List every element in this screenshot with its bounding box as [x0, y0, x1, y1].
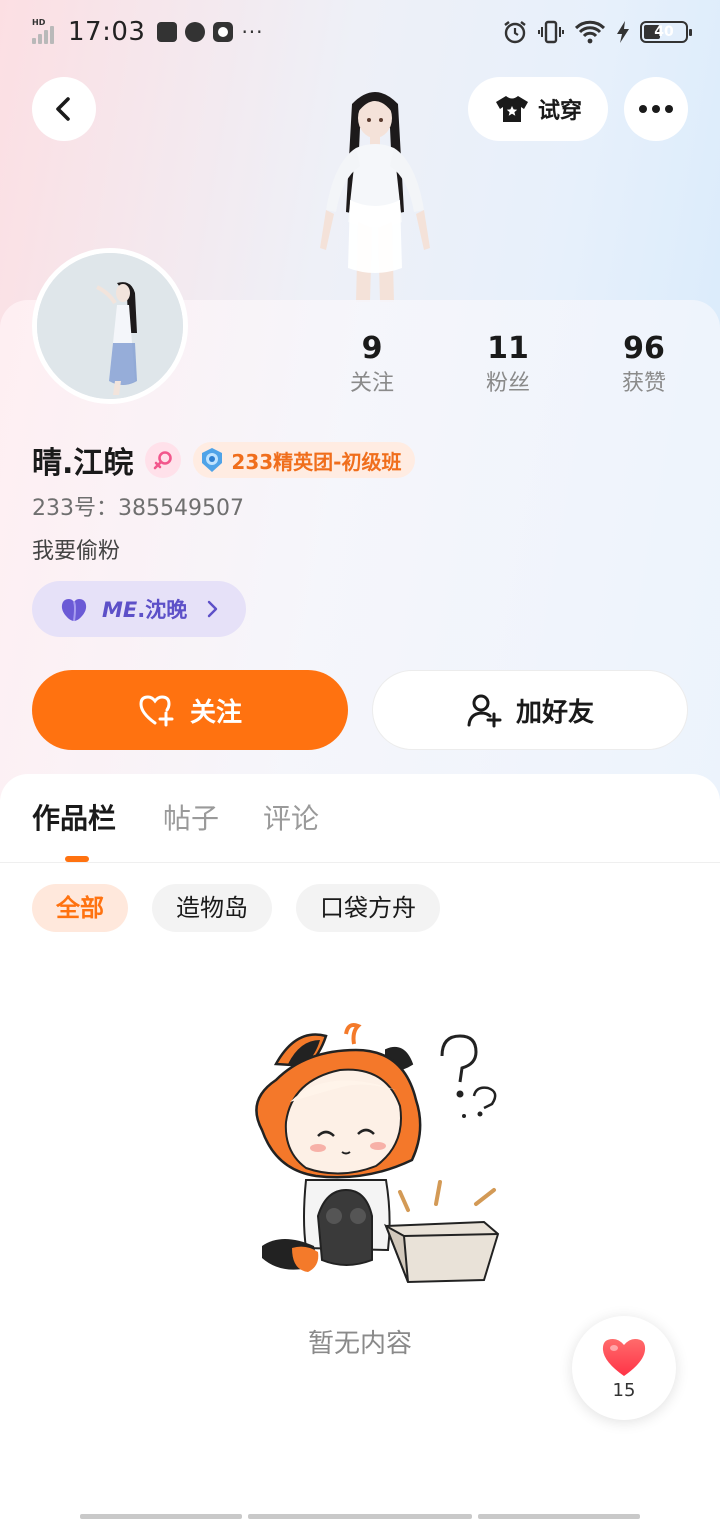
stat-followers-label: 粉丝	[485, 371, 530, 396]
follow-button[interactable]: 关注	[32, 670, 348, 750]
heart-plus-icon	[139, 695, 174, 727]
chevron-left-icon	[56, 97, 70, 121]
add-friend-label: 加好友	[515, 697, 594, 728]
wifi-icon	[574, 20, 606, 44]
tshirt-icon	[495, 96, 528, 122]
tab-posts[interactable]: 帖子	[163, 796, 219, 842]
video-notification-icon	[213, 22, 234, 42]
clock: 17:03	[68, 17, 146, 47]
stat-following-count: 9	[361, 331, 383, 366]
profile-avatar[interactable]	[32, 248, 188, 404]
app-notification-icon	[157, 22, 178, 42]
add-friend-button[interactable]: 加好友	[372, 670, 688, 750]
gesture-bar-right	[478, 1514, 640, 1519]
empty-state-illustration	[255, 1023, 500, 1284]
user-bio: 我要偷粉	[32, 539, 121, 564]
rank-badge[interactable]: 233精英团-初级班	[193, 442, 416, 478]
chevron-right-icon	[208, 600, 218, 618]
heart-icon	[61, 599, 87, 622]
stat-followers-count: 11	[487, 331, 529, 366]
gesture-bar-center[interactable]	[248, 1514, 472, 1519]
back-button[interactable]	[32, 77, 96, 141]
music-notification-icon	[185, 22, 206, 42]
user-plus-icon	[467, 694, 502, 728]
name-row: 晴.江皖 233精英团-初级班	[32, 438, 416, 482]
stat-likes-count: 96	[623, 331, 665, 366]
me-relationship-pill[interactable]: ME.沈晚	[32, 581, 246, 637]
filter-chips: 全部 造物岛 口袋方舟	[32, 884, 440, 932]
username: 晴.江皖	[32, 446, 134, 481]
character-avatar-figure	[320, 92, 430, 302]
signal-icon: HD	[30, 18, 60, 46]
filter-pocket-ark[interactable]: 口袋方舟	[296, 884, 440, 932]
alarm-icon	[504, 21, 526, 44]
gesture-bar-left	[80, 1514, 242, 1519]
gender-badge	[145, 442, 182, 478]
charging-icon	[617, 21, 629, 43]
vibrate-icon	[538, 20, 564, 44]
like-floating-button[interactable]: 15	[572, 1316, 676, 1420]
profile-stats: 9 关注 11 粉丝 96 获赞	[300, 330, 720, 410]
battery-icon: 40	[640, 21, 692, 43]
more-notifications-icon: ···	[241, 20, 264, 44]
content-tabs: 作品栏 帖子 评论	[0, 796, 720, 862]
tab-works[interactable]: 作品栏	[32, 796, 116, 842]
try-on-button[interactable]: 试穿	[468, 77, 608, 141]
me-label: ME.沈晚	[102, 594, 187, 624]
avatar-image	[37, 253, 183, 399]
female-icon	[154, 451, 173, 470]
tab-comments[interactable]: 评论	[263, 796, 319, 842]
tab-divider	[0, 862, 720, 863]
rank-medal-icon	[202, 448, 223, 472]
like-count: 15	[612, 1379, 636, 1401]
battery-level: 40	[654, 24, 674, 40]
stat-followers[interactable]: 11 粉丝	[458, 330, 558, 400]
try-on-label: 试穿	[537, 99, 582, 124]
stat-following[interactable]: 9 关注	[322, 330, 422, 400]
stat-likes: 96 获赞	[594, 330, 694, 400]
filter-all[interactable]: 全部	[32, 884, 128, 932]
user-id[interactable]: 233号：385549507	[32, 494, 244, 524]
stat-likes-label: 获赞	[621, 371, 666, 396]
me-label-name: .沈晚	[137, 598, 188, 622]
follow-label: 关注	[189, 697, 242, 728]
rank-label: 233精英团-初级班	[231, 449, 402, 474]
stat-following-label: 关注	[349, 371, 394, 396]
network-badge: HD	[32, 18, 46, 27]
more-dots-icon	[639, 105, 647, 113]
me-label-bold: ME	[102, 598, 138, 622]
heart-icon	[602, 1338, 646, 1376]
filter-creation-island[interactable]: 造物岛	[152, 884, 272, 932]
more-button[interactable]	[624, 77, 688, 141]
status-bar: HD 17:03 ··· 40	[0, 0, 720, 64]
profile-screen: HD 17:03 ··· 40 试穿 9 关注 11 粉丝 96 获赞 晴.江皖…	[0, 0, 720, 1520]
